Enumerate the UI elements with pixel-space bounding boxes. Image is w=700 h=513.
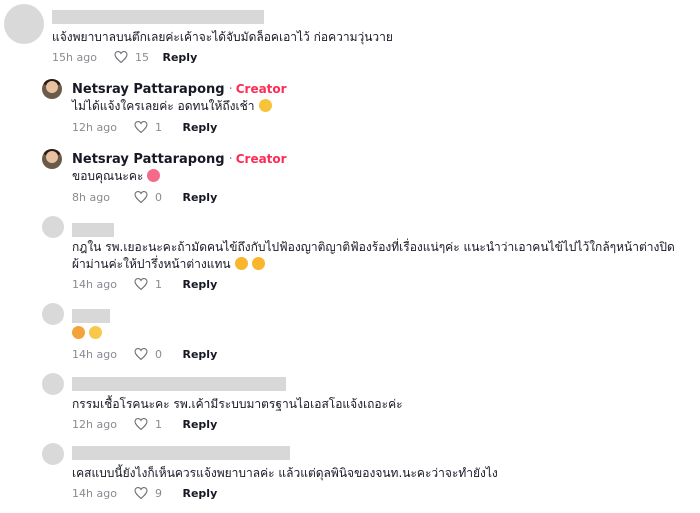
timestamp: 12h ago [72,418,117,431]
comment-text: ขอบคุณนะคะ [72,166,161,186]
comment-text: เคสแบบนี้ยังไงก็เห็นควรแจ้งพยาบาลค่ะ แล้… [72,466,498,480]
heart-icon[interactable] [133,191,148,203]
reply-button[interactable]: Reply [163,51,198,64]
heart-icon[interactable] [113,51,128,63]
reply-button[interactable]: Reply [183,487,218,500]
comment-meta: 15h ago 15 Reply [52,50,197,66]
comment-meta: 14h ago 1 Reply [72,277,217,293]
smiling-face-with-hearts-emoji [147,169,161,182]
comment-text [68,323,102,343]
comment-meta: 12h ago 1 Reply [72,417,217,433]
comment-text-body: ขอบคุณนะคะ [72,169,144,183]
comment-meta: 14h ago 0 Reply [72,347,217,363]
author-name[interactable]: Netsray Pattarapong [72,82,225,97]
redacted-username [52,10,264,24]
avatar[interactable] [42,149,62,169]
comment-text: ผ้าม่านค่ะให้ปารึ่งหน้าต่างแทน [72,254,265,274]
timestamp: 8h ago [72,191,110,204]
heart-icon[interactable] [133,121,148,133]
comment-text-body: ไม่ได้แจ้งใครเลยค่ะ อดทนให้ถึงเช้า [72,99,255,113]
timestamp: 12h ago [72,121,117,134]
comment-meta: 12h ago 1 Reply [72,120,217,136]
comment-author[interactable]: Netsray Pattarapong · Creator [72,82,287,97]
reply-button[interactable]: Reply [183,348,218,361]
reply-button[interactable]: Reply [183,191,218,204]
comment-text: กรรมเชื้อโรคนะคะ รพ.เค้ามีระบบมาตรฐานไอเ… [72,397,403,411]
like-count: 0 [155,348,162,361]
timestamp: 14h ago [72,487,117,500]
redacted-username [72,446,290,460]
creator-badge: Creator [235,82,287,96]
heart-icon[interactable] [133,418,148,430]
timestamp: 15h ago [52,51,97,64]
redacted-username [72,377,286,391]
avatar[interactable] [42,443,64,465]
reply-button[interactable]: Reply [183,418,218,431]
like-count: 15 [135,51,149,64]
like-count: 0 [155,191,162,204]
heart-icon[interactable] [133,278,148,290]
avatar[interactable] [4,4,44,44]
creator-badge: Creator [235,152,287,166]
avatar[interactable] [42,373,64,395]
avatar[interactable] [42,79,62,99]
redacted-username [72,309,110,323]
timestamp: 14h ago [72,348,117,361]
heart-icon[interactable] [133,348,148,360]
comment-meta: 14h ago 9 Reply [72,486,217,502]
relieved-face-emoji [89,326,102,339]
timestamp: 14h ago [72,278,117,291]
avatar[interactable] [42,303,64,325]
laughing-emoji [234,257,248,270]
reply-button[interactable]: Reply [183,278,218,291]
comment-meta: 8h ago 0 Reply [72,190,217,206]
comment-text: ไม่ได้แจ้งใครเลยค่ะ อดทนให้ถึงเช้า [72,96,272,116]
sweat-smile-emoji [258,99,272,112]
reply-button[interactable]: Reply [183,121,218,134]
laughing-emoji [251,257,265,270]
separator-dot: · [228,152,233,167]
comment-text-body: ผ้าม่านค่ะให้ปารึ่งหน้าต่างแทน [72,257,231,271]
author-name[interactable]: Netsray Pattarapong [72,152,225,167]
redacted-username [72,223,114,237]
like-count: 1 [155,278,162,291]
avatar[interactable] [42,216,64,238]
heart-icon[interactable] [133,487,148,499]
comment-text: แจ้งพยาบาลบนตึกเลยค่ะเค้าจะได้จับมัดล็อค… [52,30,393,44]
comment-author[interactable]: Netsray Pattarapong · Creator [72,152,287,167]
crying-face-emoji [72,326,85,339]
separator-dot: · [228,82,233,97]
like-count: 9 [155,487,162,500]
like-count: 1 [155,121,162,134]
like-count: 1 [155,418,162,431]
